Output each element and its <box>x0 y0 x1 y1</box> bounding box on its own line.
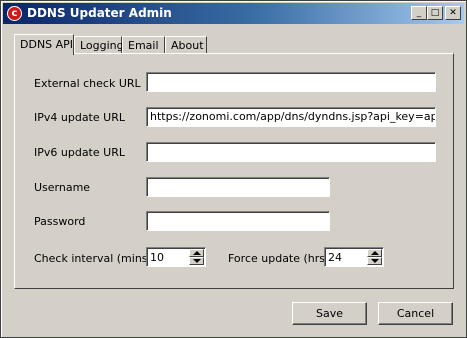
check-interval-label: Check interval (mins) <box>34 252 152 265</box>
app-window: c DDNS Updater Admin _ □ ✕ DDNS API Logg… <box>0 0 467 338</box>
password-label: Password <box>34 215 86 228</box>
minimize-button[interactable]: _ <box>411 6 427 20</box>
check-interval-down-arrow-icon[interactable] <box>189 257 204 265</box>
check-interval-up-arrow-icon[interactable] <box>189 249 204 257</box>
force-update-up-arrow-icon[interactable] <box>367 249 382 257</box>
save-button[interactable]: Save <box>292 302 367 325</box>
force-update-value: 24 <box>328 251 342 264</box>
cancel-button[interactable]: Cancel <box>378 302 453 325</box>
title-bar[interactable]: c DDNS Updater Admin _ □ ✕ <box>3 3 464 24</box>
tab-email[interactable]: Email <box>122 36 165 53</box>
username-label: Username <box>34 181 91 194</box>
ipv4-update-url-input[interactable]: https://zonomi.com/app/dns/dyndns.jsp?ap… <box>146 107 436 127</box>
check-interval-spinner[interactable]: 10 <box>146 247 206 267</box>
ipv4-update-url-label: IPv4 update URL <box>34 111 125 124</box>
check-interval-value: 10 <box>150 251 164 264</box>
external-check-url-input[interactable] <box>146 72 436 92</box>
username-input[interactable] <box>146 177 330 197</box>
check-interval-spin-buttons <box>189 249 204 265</box>
tab-ddns-api[interactable]: DDNS API <box>14 34 74 55</box>
ddns-api-panel: External check URL IPv4 update URL https… <box>14 53 454 289</box>
close-button[interactable]: ✕ <box>445 6 461 20</box>
ipv6-update-url-label: IPv6 update URL <box>34 146 125 159</box>
force-update-label: Force update (hrs) <box>228 252 330 265</box>
external-check-url-label: External check URL <box>34 77 141 90</box>
force-update-spin-buttons <box>367 249 382 265</box>
window-title: DDNS Updater Admin <box>27 6 172 20</box>
force-update-down-arrow-icon[interactable] <box>367 257 382 265</box>
force-update-spinner[interactable]: 24 <box>324 247 384 267</box>
tab-about[interactable]: About <box>165 36 207 53</box>
password-input[interactable] <box>146 211 330 231</box>
tab-logging[interactable]: Logging <box>74 36 124 53</box>
app-icon: c <box>7 6 22 21</box>
ipv6-update-url-input[interactable] <box>146 142 436 162</box>
maximize-button[interactable]: □ <box>427 6 443 20</box>
